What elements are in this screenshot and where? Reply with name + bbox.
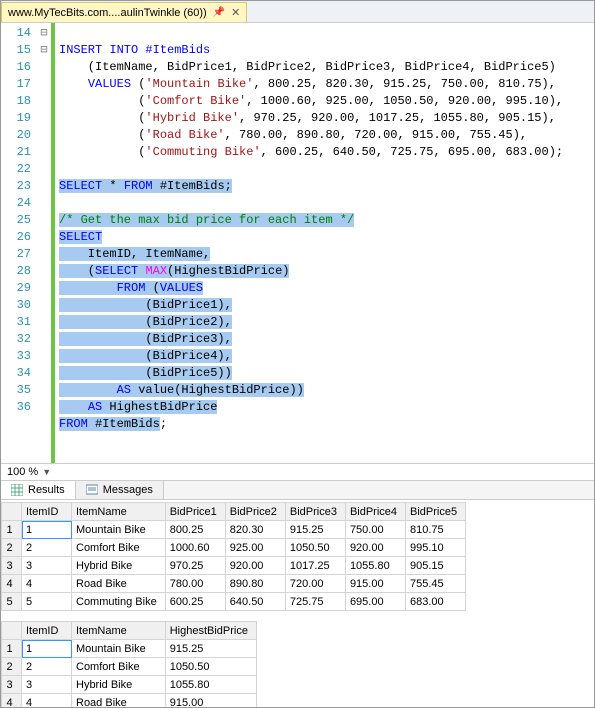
cell[interactable]: 820.30 (225, 521, 285, 539)
tab-messages-label: Messages (103, 484, 153, 496)
zoom-bar: 100 % ▼ (1, 463, 594, 481)
line-number-gutter: 1415161718192021222324252627282930313233… (1, 23, 37, 463)
cell[interactable]: 4 (22, 575, 72, 593)
table-row[interactable]: 33Hybrid Bike1055.80 (2, 676, 257, 694)
cell[interactable]: Hybrid Bike (72, 676, 166, 694)
row-number[interactable]: 5 (2, 593, 22, 611)
grid-icon (11, 484, 23, 496)
table-row[interactable]: 55Commuting Bike600.25640.50725.75695.00… (2, 593, 466, 611)
cell[interactable]: 920.00 (345, 539, 405, 557)
cell[interactable]: 970.25 (165, 557, 225, 575)
document-tab[interactable]: www.MyTecBits.com....aulinTwinkle (60)) … (1, 2, 247, 22)
cell[interactable]: 890.80 (225, 575, 285, 593)
cell[interactable]: 600.25 (165, 593, 225, 611)
fold-marker-column: ⊟⊟ (37, 23, 51, 463)
table-row[interactable]: 11Mountain Bike915.25 (2, 640, 257, 658)
results-grid-2[interactable]: ItemIDItemNameHighestBidPrice11Mountain … (1, 621, 257, 707)
cell[interactable]: 1 (22, 640, 72, 658)
cell[interactable]: Hybrid Bike (72, 557, 166, 575)
column-header[interactable]: BidPrice5 (406, 503, 466, 521)
cell[interactable]: 4 (22, 694, 72, 708)
cell[interactable]: 1 (22, 521, 72, 539)
messages-icon (86, 484, 98, 496)
table-row[interactable]: 44Road Bike915.00 (2, 694, 257, 708)
table-row[interactable]: 22Comfort Bike1000.60925.001050.50920.00… (2, 539, 466, 557)
row-header-corner (2, 503, 22, 521)
cell[interactable]: Comfort Bike (72, 539, 166, 557)
table-row[interactable]: 11Mountain Bike800.25820.30915.25750.008… (2, 521, 466, 539)
cell[interactable]: 1050.50 (285, 539, 345, 557)
chevron-down-icon[interactable]: ▼ (42, 467, 51, 477)
close-icon[interactable]: ✕ (231, 6, 240, 19)
cell[interactable]: 915.00 (165, 694, 256, 708)
row-number[interactable]: 1 (2, 521, 22, 539)
tab-bar: www.MyTecBits.com....aulinTwinkle (60)) … (1, 1, 594, 23)
row-number[interactable]: 4 (2, 694, 22, 708)
cell[interactable]: 640.50 (225, 593, 285, 611)
pin-icon[interactable]: 📌 (213, 7, 225, 18)
tab-title: www.MyTecBits.com....aulinTwinkle (60)) (8, 7, 207, 19)
cell[interactable]: 1055.80 (165, 676, 256, 694)
cell[interactable]: 1017.25 (285, 557, 345, 575)
cell[interactable]: 750.00 (345, 521, 405, 539)
cell[interactable]: 995.10 (406, 539, 466, 557)
tab-results[interactable]: Results (1, 481, 76, 499)
zoom-level[interactable]: 100 % (7, 466, 38, 478)
column-header[interactable]: ItemName (72, 622, 166, 640)
cell[interactable]: 915.00 (345, 575, 405, 593)
row-number[interactable]: 2 (2, 539, 22, 557)
cell[interactable]: Comfort Bike (72, 658, 166, 676)
column-header[interactable]: ItemName (72, 503, 166, 521)
column-header[interactable]: BidPrice2 (225, 503, 285, 521)
cell[interactable]: 1055.80 (345, 557, 405, 575)
cell[interactable]: 920.00 (225, 557, 285, 575)
column-header[interactable]: ItemID (22, 622, 72, 640)
column-header[interactable]: ItemID (22, 503, 72, 521)
cell[interactable]: 3 (22, 557, 72, 575)
cell[interactable]: 5 (22, 593, 72, 611)
cell[interactable]: 780.00 (165, 575, 225, 593)
cell[interactable]: 905.15 (406, 557, 466, 575)
row-number[interactable]: 3 (2, 557, 22, 575)
code-editor[interactable]: 1415161718192021222324252627282930313233… (1, 23, 594, 463)
code-area[interactable]: INSERT INTO #ItemBids (ItemName, BidPric… (55, 23, 594, 463)
cell[interactable]: 810.75 (406, 521, 466, 539)
table-row[interactable]: 22Comfort Bike1050.50 (2, 658, 257, 676)
row-header-corner (2, 622, 22, 640)
result-tab-bar: Results Messages (1, 481, 594, 500)
cell[interactable]: 695.00 (345, 593, 405, 611)
cell[interactable]: 1050.50 (165, 658, 256, 676)
row-number[interactable]: 1 (2, 640, 22, 658)
cell[interactable]: Road Bike (72, 575, 166, 593)
results-grid-1[interactable]: ItemIDItemNameBidPrice1BidPrice2BidPrice… (1, 502, 466, 611)
cell[interactable]: 2 (22, 539, 72, 557)
cell[interactable]: 2 (22, 658, 72, 676)
tab-messages[interactable]: Messages (76, 481, 164, 499)
table-row[interactable]: 44Road Bike780.00890.80720.00915.00755.4… (2, 575, 466, 593)
column-header[interactable]: BidPrice3 (285, 503, 345, 521)
cell[interactable]: 915.25 (165, 640, 256, 658)
cell[interactable]: Mountain Bike (72, 521, 166, 539)
column-header[interactable]: BidPrice1 (165, 503, 225, 521)
cell[interactable]: 720.00 (285, 575, 345, 593)
results-pane[interactable]: ItemIDItemNameBidPrice1BidPrice2BidPrice… (1, 500, 594, 707)
cell[interactable]: 683.00 (406, 593, 466, 611)
cell[interactable]: Mountain Bike (72, 640, 166, 658)
table-row[interactable]: 33Hybrid Bike970.25920.001017.251055.809… (2, 557, 466, 575)
cell[interactable]: 725.75 (285, 593, 345, 611)
cell[interactable]: 1000.60 (165, 539, 225, 557)
row-number[interactable]: 2 (2, 658, 22, 676)
cell[interactable]: 925.00 (225, 539, 285, 557)
cell[interactable]: 755.45 (406, 575, 466, 593)
cell[interactable]: 3 (22, 676, 72, 694)
cell[interactable]: 800.25 (165, 521, 225, 539)
cell[interactable]: 915.25 (285, 521, 345, 539)
row-number[interactable]: 3 (2, 676, 22, 694)
column-header[interactable]: HighestBidPrice (165, 622, 256, 640)
column-header[interactable]: BidPrice4 (345, 503, 405, 521)
row-number[interactable]: 4 (2, 575, 22, 593)
cell[interactable]: Commuting Bike (72, 593, 166, 611)
tab-results-label: Results (28, 484, 65, 496)
cell[interactable]: Road Bike (72, 694, 166, 708)
